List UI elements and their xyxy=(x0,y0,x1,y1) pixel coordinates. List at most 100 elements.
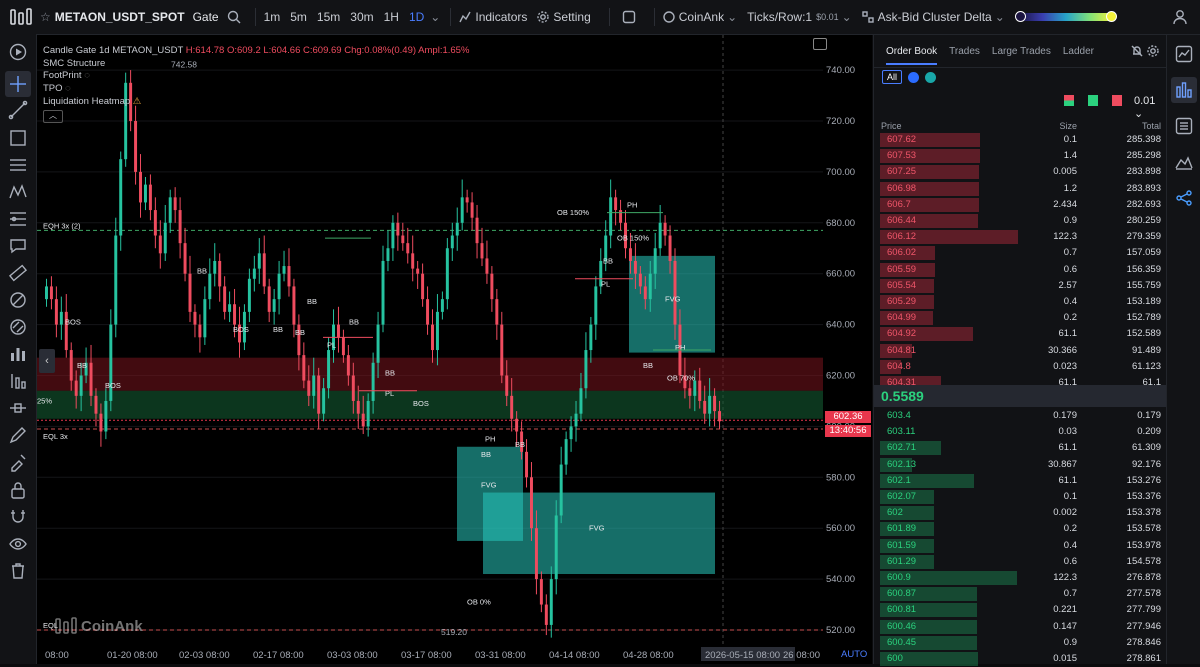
pattern-tool-icon[interactable] xyxy=(8,182,28,202)
bid-row[interactable]: 602.1330.86792.176 xyxy=(874,457,1167,473)
gear-icon[interactable] xyxy=(1147,45,1159,57)
bid-row[interactable]: 603.110.030.209 xyxy=(874,424,1167,440)
setting-button[interactable]: Setting xyxy=(553,10,590,24)
bar-chart-icon[interactable] xyxy=(8,344,28,364)
favorite-star-icon[interactable]: ☆ xyxy=(40,10,51,24)
color-gradient-slider[interactable] xyxy=(1019,13,1113,21)
magnet-icon[interactable] xyxy=(8,507,28,527)
filter-all-button[interactable]: All xyxy=(882,70,902,84)
bid-row[interactable]: 601.890.2153.578 xyxy=(874,521,1167,537)
ask-row[interactable]: 604.8130.36691.489 xyxy=(874,343,1167,359)
indicator-tpo[interactable]: TPO ◌ xyxy=(43,83,469,96)
ask-row[interactable]: 607.531.4285.298 xyxy=(874,148,1167,164)
indicators-button[interactable]: Indicators xyxy=(475,10,527,24)
bid-row[interactable]: 603.40.1790.179 xyxy=(874,408,1167,424)
search-icon[interactable] xyxy=(227,10,241,24)
eye-hidden-icon[interactable]: ◌ xyxy=(65,83,71,94)
ask-row[interactable]: 606.020.7157.059 xyxy=(874,245,1167,261)
candlestick-chart[interactable]: EQH 3x (2)EQL 3xEQL25%FVGFVGFVGPHPHPHPLP… xyxy=(37,35,872,664)
ruler-icon[interactable] xyxy=(8,263,28,283)
collapse-legend-button[interactable]: ︿ xyxy=(43,110,63,123)
eye-hidden-icon[interactable]: ◌ xyxy=(84,70,90,81)
cluster-icon[interactable] xyxy=(862,11,874,23)
bid-row[interactable]: 602.161.1153.276 xyxy=(874,473,1167,489)
bid-row[interactable]: 600.460.147277.946 xyxy=(874,619,1167,635)
measure-icon[interactable] xyxy=(8,398,28,418)
ask-row[interactable]: 606.72.434282.693 xyxy=(874,197,1167,213)
comment-icon[interactable] xyxy=(8,236,28,256)
bid-row[interactable]: 6020.002153.378 xyxy=(874,505,1167,521)
bid-row[interactable]: 601.590.4153.978 xyxy=(874,538,1167,554)
tf-1m[interactable]: 1m xyxy=(264,10,281,24)
indicator-liq-heatmap[interactable]: Liquidation Heatmap ⚠ xyxy=(43,96,469,109)
eraser-pattern-icon[interactable] xyxy=(8,317,28,337)
scroll-left-button[interactable]: ‹ xyxy=(39,349,55,373)
ask-row[interactable]: 604.990.2152.789 xyxy=(874,310,1167,326)
tf-15m[interactable]: 15m xyxy=(317,10,340,24)
lock-icon[interactable] xyxy=(8,480,28,500)
bid-row[interactable]: 602.070.1153.376 xyxy=(874,489,1167,505)
gradient-handle-left[interactable] xyxy=(1015,11,1026,22)
indicator-footprint[interactable]: FootPrint ◌ xyxy=(43,70,469,83)
exchange-icon-2[interactable] xyxy=(925,72,936,83)
share-icon[interactable] xyxy=(1175,189,1193,207)
tab-trades[interactable]: Trades xyxy=(949,46,980,57)
exchange-name[interactable]: Gate xyxy=(193,10,219,24)
tf-1d[interactable]: 1D xyxy=(409,10,424,24)
ask-row[interactable]: 604.80.02361.123 xyxy=(874,359,1167,375)
fib-tool-icon[interactable] xyxy=(8,209,28,229)
app-logo-icon[interactable] xyxy=(10,8,32,26)
source-selector[interactable]: CoinAnk⌄ xyxy=(679,10,737,24)
orderbook-icon[interactable] xyxy=(1175,81,1193,99)
trend-line-icon[interactable] xyxy=(8,100,28,120)
ask-row[interactable]: 606.440.9280.259 xyxy=(874,213,1167,229)
tab-large-trades[interactable]: Large Trades xyxy=(992,46,1051,57)
coinank-source-icon[interactable] xyxy=(663,11,675,23)
tf-5m[interactable]: 5m xyxy=(290,10,307,24)
price-chart[interactable]: EQH 3x (2)EQL 3xEQL25%FVGFVGFVGPHPHPHPLP… xyxy=(37,35,872,664)
bid-row[interactable]: 600.810.221277.799 xyxy=(874,602,1167,618)
pencil-icon[interactable] xyxy=(8,425,28,445)
list-icon[interactable] xyxy=(1175,117,1193,135)
bid-row[interactable]: 602.7161.161.309 xyxy=(874,440,1167,456)
ask-row[interactable]: 605.290.4153.189 xyxy=(874,294,1167,310)
tf-1h[interactable]: 1H xyxy=(384,10,399,24)
mountain-chart-icon[interactable] xyxy=(1175,153,1193,171)
view-both-icon[interactable] xyxy=(1064,95,1074,106)
layout-square-icon[interactable] xyxy=(622,10,636,24)
indicators-icon[interactable] xyxy=(459,11,471,23)
chevron-down-icon[interactable]: ⌄ xyxy=(430,10,440,24)
eye-icon[interactable] xyxy=(8,534,28,554)
position-tool-icon[interactable] xyxy=(8,371,28,391)
bell-off-icon[interactable] xyxy=(1131,45,1143,57)
trash-icon[interactable] xyxy=(8,561,28,581)
bid-row[interactable]: 600.450.9278.846 xyxy=(874,635,1167,651)
screenshot-button[interactable] xyxy=(813,38,827,50)
cluster-mode-selector[interactable]: Ask-Bid Cluster Delta⌄ xyxy=(878,10,1005,24)
bid-row[interactable]: 6000.015278.861 xyxy=(874,651,1167,667)
magic-tool-icon[interactable] xyxy=(8,452,28,472)
view-bids-icon[interactable] xyxy=(1088,95,1098,106)
gear-icon[interactable] xyxy=(537,11,549,23)
tf-30m[interactable]: 30m xyxy=(350,10,373,24)
ask-row[interactable]: 605.542.57155.759 xyxy=(874,278,1167,294)
bid-row[interactable]: 600.870.7277.578 xyxy=(874,586,1167,602)
exchange-icon-1[interactable] xyxy=(908,72,919,83)
tab-ladder[interactable]: Ladder xyxy=(1063,46,1094,57)
tab-order-book[interactable]: Order Book xyxy=(886,46,937,65)
view-asks-icon[interactable] xyxy=(1112,95,1122,106)
bid-row[interactable]: 601.290.6154.578 xyxy=(874,554,1167,570)
ask-row[interactable]: 606.981.2283.893 xyxy=(874,181,1167,197)
rectangle-tool-icon[interactable] xyxy=(8,128,28,148)
ask-row[interactable]: 604.9261.1152.589 xyxy=(874,326,1167,342)
ask-row[interactable]: 606.12122.3279.359 xyxy=(874,229,1167,245)
play-replay-icon[interactable] xyxy=(8,42,28,62)
precision-selector[interactable]: 0.01 ⌄ xyxy=(1134,95,1167,120)
symbol-name[interactable]: METAON_USDT_SPOT xyxy=(55,10,185,24)
crosshair-icon[interactable] xyxy=(8,74,28,94)
indicator-smc[interactable]: SMC Structure xyxy=(43,58,469,71)
ticks-per-row-selector[interactable]: Ticks/Row:1$0.01⌄ xyxy=(747,10,852,24)
chart-line-icon[interactable] xyxy=(1175,45,1193,63)
ask-row[interactable]: 607.250.005283.898 xyxy=(874,164,1167,180)
ask-row[interactable]: 607.620.1285.398 xyxy=(874,132,1167,148)
